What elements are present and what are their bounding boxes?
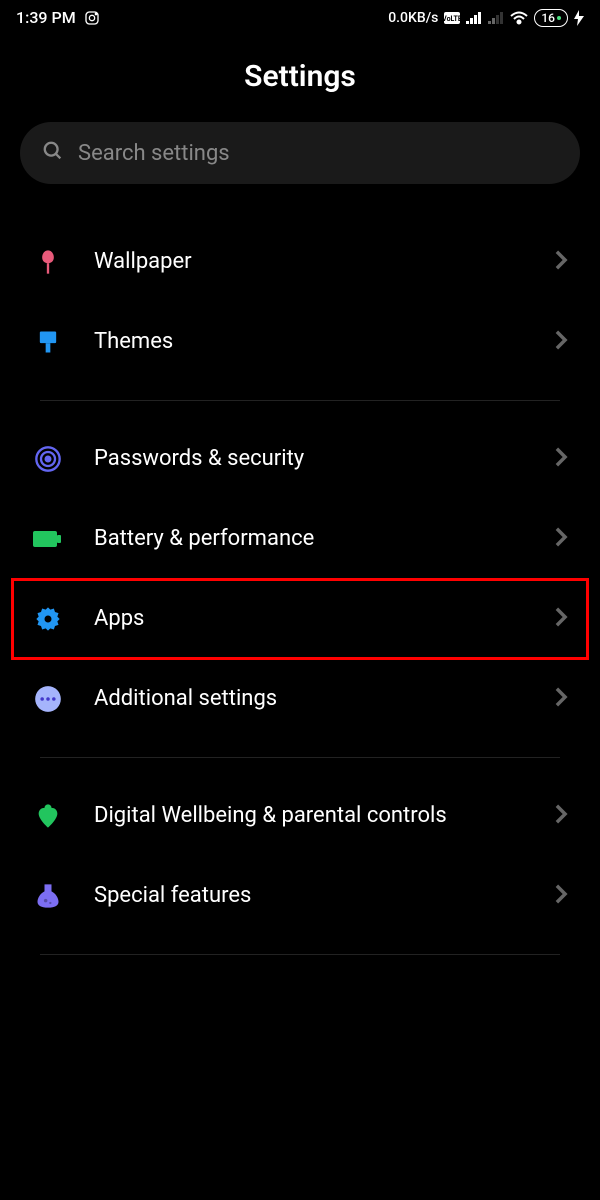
svg-text:VoLTE: VoLTE <box>444 15 460 23</box>
settings-item-label: Themes <box>94 328 524 357</box>
search-placeholder: Search settings <box>78 141 230 166</box>
instagram-icon <box>84 10 100 26</box>
settings-item-label: Passwords & security <box>94 445 524 474</box>
battery-indicator: 16 <box>534 9 568 27</box>
charging-icon <box>574 10 584 26</box>
status-bar: 1:39 PM 0.0KB/s VoLTE 16 <box>0 0 600 35</box>
settings-list: Wallpaper Themes Passwords & security Ba… <box>0 222 600 955</box>
divider <box>40 757 560 758</box>
chevron-right-icon <box>554 446 568 472</box>
flask-icon <box>32 880 64 912</box>
chevron-right-icon <box>554 883 568 909</box>
signal-2-icon <box>488 12 504 24</box>
settings-item-passwords[interactable]: Passwords & security <box>20 419 580 499</box>
chevron-right-icon <box>554 526 568 552</box>
settings-item-label: Battery & performance <box>94 525 524 554</box>
divider <box>40 954 560 955</box>
page-title: Settings <box>0 35 600 122</box>
chevron-right-icon <box>554 803 568 829</box>
volte-icon: VoLTE <box>444 12 460 24</box>
brush-icon <box>32 326 64 358</box>
gear-icon <box>32 603 64 635</box>
dots-icon <box>32 683 64 715</box>
settings-item-label: Special features <box>94 882 524 911</box>
tulip-icon <box>32 246 64 278</box>
search-input[interactable]: Search settings <box>20 122 580 184</box>
settings-item-special[interactable]: Special features <box>20 856 580 936</box>
divider <box>40 400 560 401</box>
heart-icon <box>32 800 64 832</box>
settings-item-label: Additional settings <box>94 685 524 714</box>
settings-item-wallpaper[interactable]: Wallpaper <box>20 222 580 302</box>
chevron-right-icon <box>554 686 568 712</box>
chevron-right-icon <box>554 329 568 355</box>
chevron-right-icon <box>554 249 568 275</box>
data-rate: 0.0KB/s <box>388 10 438 26</box>
settings-item-themes[interactable]: Themes <box>20 302 580 382</box>
status-time: 1:39 PM <box>16 8 76 27</box>
settings-item-apps[interactable]: Apps <box>12 579 588 659</box>
settings-item-additional[interactable]: Additional settings <box>20 659 580 739</box>
fingerprint-icon <box>32 443 64 475</box>
settings-item-label: Wallpaper <box>94 248 524 277</box>
settings-item-wellbeing[interactable]: Digital Wellbeing & parental controls <box>20 776 580 856</box>
search-icon <box>42 140 64 166</box>
settings-item-label: Apps <box>94 605 524 634</box>
signal-icon <box>466 12 482 24</box>
chevron-right-icon <box>554 606 568 632</box>
settings-item-battery[interactable]: Battery & performance <box>20 499 580 579</box>
settings-item-label: Digital Wellbeing & parental controls <box>94 802 524 831</box>
battery-icon <box>32 523 64 555</box>
wifi-icon <box>510 11 528 25</box>
